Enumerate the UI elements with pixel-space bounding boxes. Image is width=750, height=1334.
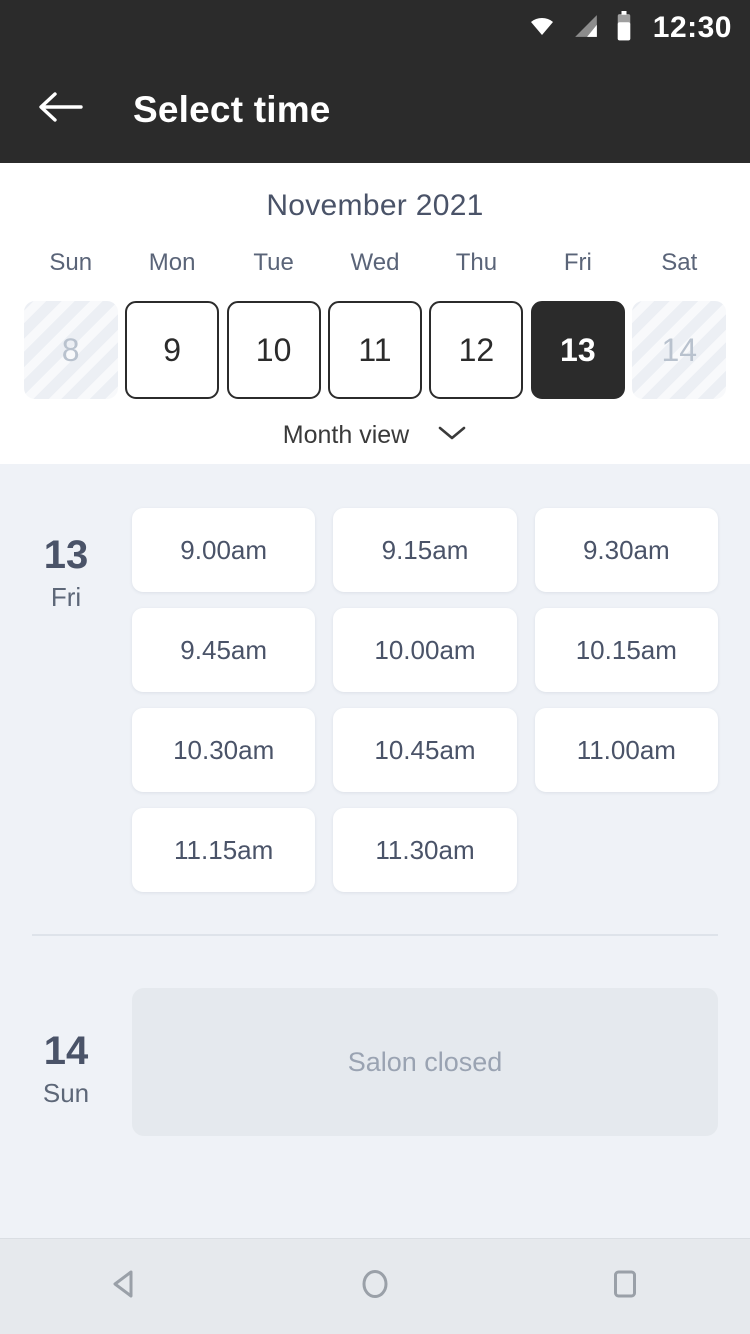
status-bar-clock: 12:30 [652, 11, 732, 44]
calendar-date-13[interactable]: 13 [530, 301, 625, 399]
schedule-list: 13 Fri 9.00am 9.15am 9.30am 9.45am 10.00… [0, 464, 750, 1176]
time-slot[interactable]: 9.15am [333, 508, 517, 592]
circle-home-icon [357, 1266, 393, 1307]
dow-header-thu: Thu [455, 249, 498, 276]
square-recents-icon [607, 1266, 643, 1307]
calendar-date-11[interactable]: 11 [327, 301, 422, 399]
dow-header-fri: Fri [563, 249, 592, 276]
schedule-divider [32, 934, 718, 936]
dow-header-tue: Tue [253, 249, 294, 276]
time-slot[interactable]: 11.30am [333, 808, 517, 892]
dow-header-wed: Wed [350, 249, 400, 276]
schedule-day-weekday: Fri [50, 582, 82, 612]
time-slot[interactable]: 10.15am [534, 608, 718, 692]
time-slot[interactable]: 9.30am [534, 508, 718, 592]
schedule-day-14: 14 Sun Salon closed [0, 988, 750, 1176]
status-icon-group [527, 10, 633, 46]
status-bar: 12:30 [0, 0, 750, 56]
calendar-panel: November 2021 Sun Mon Tue Wed Thu Fri Sa… [0, 163, 750, 464]
nav-recents-button[interactable] [570, 1252, 680, 1322]
month-view-toggle[interactable]: Month view [0, 421, 750, 450]
time-slot[interactable]: 9.00am [132, 508, 316, 592]
calendar-date-12[interactable]: 12 [429, 301, 524, 399]
salon-closed-card: Salon closed [132, 988, 718, 1136]
time-slot-grid: 9.00am 9.15am 9.30am 9.45am 10.00am 10.1… [132, 496, 718, 892]
arrow-left-icon [37, 90, 83, 129]
calendar-month-title: November 2021 [266, 189, 484, 222]
page-title: Select time [133, 88, 331, 130]
nav-back-button[interactable] [70, 1252, 180, 1322]
dow-header-sun: Sun [49, 249, 93, 276]
calendar-date-8: 8 [23, 301, 118, 399]
schedule-day-weekday: Sun [42, 1078, 90, 1108]
triangle-back-icon [107, 1266, 143, 1307]
app-bar: Select time [0, 56, 750, 163]
schedule-day-label-14: 14 Sun [0, 988, 132, 1136]
schedule-day-number: 13 [43, 533, 89, 577]
nav-home-button[interactable] [320, 1252, 430, 1322]
calendar-week-strip: 8 9 10 11 12 13 14 [0, 301, 750, 399]
schedule-day-number: 14 [43, 1029, 89, 1073]
battery-icon [615, 10, 633, 46]
back-button[interactable] [34, 84, 86, 136]
time-slot[interactable]: 11.00am [534, 708, 718, 792]
calendar-date-9[interactable]: 9 [125, 301, 220, 399]
month-view-label: Month view [282, 421, 410, 449]
signal-icon [573, 13, 599, 44]
android-navigation-bar [0, 1238, 750, 1334]
chevron-down-icon [437, 424, 467, 447]
dow-header-mon: Mon [148, 249, 196, 276]
schedule-day-13: 13 Fri 9.00am 9.15am 9.30am 9.45am 10.00… [0, 496, 750, 892]
calendar-date-14: 14 [632, 301, 727, 399]
time-slot[interactable]: 10.00am [333, 608, 517, 692]
time-slot[interactable]: 10.30am [132, 708, 316, 792]
time-slot[interactable]: 9.45am [132, 608, 316, 692]
time-slot[interactable]: 11.15am [132, 808, 316, 892]
time-slot[interactable]: 10.45am [333, 708, 517, 792]
schedule-day-label-13: 13 Fri [0, 496, 132, 892]
wifi-icon [527, 14, 557, 43]
dow-header-sat: Sat [661, 249, 698, 276]
day-of-week-header-row: Sun Mon Tue Wed Thu Fri Sat [0, 249, 750, 277]
calendar-date-10[interactable]: 10 [226, 301, 321, 399]
